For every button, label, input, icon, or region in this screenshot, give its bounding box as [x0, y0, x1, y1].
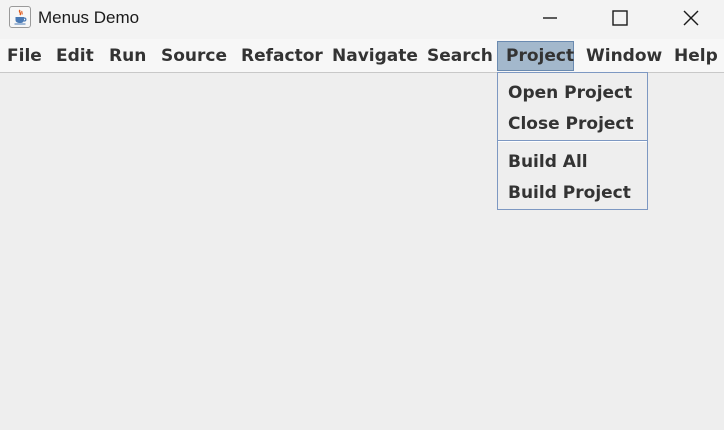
menu-file[interactable]: File [7, 41, 42, 71]
minimize-icon [543, 17, 557, 19]
maximize-icon [612, 10, 628, 26]
java-cup-icon [9, 6, 31, 28]
menu-edit[interactable]: Edit [56, 41, 94, 71]
window-title: Menus Demo [38, 8, 140, 27]
menu-window[interactable]: Window [586, 41, 662, 71]
close-button[interactable] [668, 0, 714, 36]
maximize-button[interactable] [597, 0, 643, 36]
title-bar[interactable]: Menus Demo [0, 0, 724, 39]
menu-navigate[interactable]: Navigate [332, 41, 418, 71]
menu-search[interactable]: Search [427, 41, 493, 71]
menu-bar: File Edit Run Source Refactor Navigate S… [0, 39, 724, 73]
app-window: Menus Demo File Edit Run Source Refactor… [0, 0, 724, 430]
close-icon [683, 10, 699, 26]
menu-project[interactable]: Project [497, 41, 574, 71]
menu-run[interactable]: Run [109, 41, 146, 71]
content-area [0, 73, 724, 430]
minimize-button[interactable] [527, 0, 573, 36]
menu-refactor[interactable]: Refactor [241, 41, 323, 71]
menu-help[interactable]: Help [674, 41, 718, 71]
menu-source[interactable]: Source [161, 41, 227, 71]
